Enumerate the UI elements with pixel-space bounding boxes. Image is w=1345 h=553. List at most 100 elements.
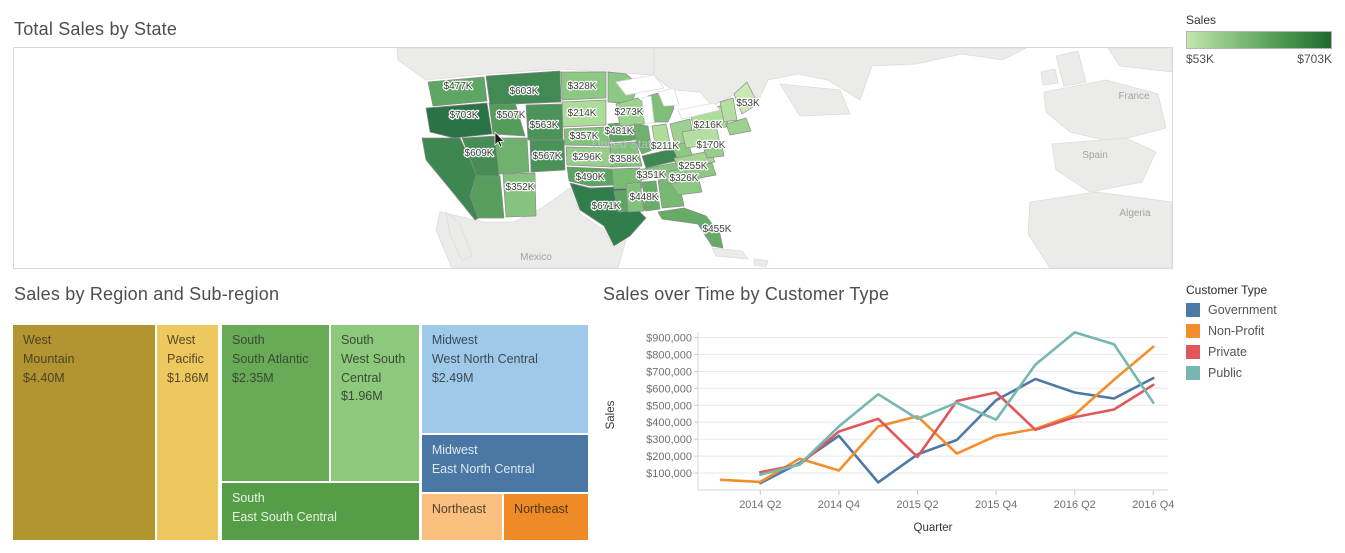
treemap: West Mountain $4.40M West Pacific $1.86M… <box>13 325 588 540</box>
y-axis-title: Sales <box>605 400 617 429</box>
treemap-subregion-label: East South Central <box>232 508 409 527</box>
us-choropleth-map[interactable]: United States $477K$703K$609K$507K$603K$… <box>14 48 1172 268</box>
legend-label: Public <box>1208 366 1242 380</box>
state-value-label-pa: $170K <box>697 140 726 151</box>
x-tick-label: 2015 Q2 <box>896 499 938 511</box>
state-value-label-ks: $296K <box>573 152 602 163</box>
treemap-subregion-label: West South Central <box>341 350 409 388</box>
x-tick-label: 2014 Q4 <box>818 499 860 511</box>
legend-label: Non-Profit <box>1208 324 1264 338</box>
legend-item-public[interactable]: Public <box>1186 366 1336 380</box>
state-nm[interactable] <box>503 173 536 217</box>
treemap-region-label: West <box>23 331 145 350</box>
legend-item-government[interactable]: Government <box>1186 303 1336 317</box>
legend-label: Private <box>1208 345 1247 359</box>
sales-gradient-bar <box>1186 31 1332 49</box>
map-panel[interactable]: United States $477K$703K$609K$507K$603K$… <box>13 47 1173 269</box>
sales-over-time-chart[interactable]: $100,000 $200,000 $300,000 $400,000 $500,000… <box>598 320 1180 553</box>
france-shape <box>1044 80 1166 142</box>
spain-shape <box>1052 138 1156 192</box>
private-swatch <box>1186 345 1200 359</box>
state-value-label-va: $255K <box>679 161 708 172</box>
treemap-box-south-atlantic[interactable]: South South Atlantic $2.35M <box>222 325 329 481</box>
series-line-government[interactable] <box>760 378 1153 483</box>
y-tick-label: $600,000 <box>646 383 692 395</box>
y-tick-label: $500,000 <box>646 400 692 412</box>
treemap-region-label: South <box>232 489 409 508</box>
state-value-label-or: $703K <box>450 110 479 121</box>
customer-type-legend-title: Customer Type <box>1186 283 1336 297</box>
treemap-subregion-label: East North Central <box>432 460 578 479</box>
state-value-label-nd: $328K <box>568 81 597 92</box>
state-value-label-in: $211K <box>651 141 680 152</box>
treemap-box-west-north-central[interactable]: Midwest West North Central $2.49M <box>422 325 588 433</box>
state-value-label-co: $567K <box>533 151 562 162</box>
state-value-label-mt: $603K <box>510 86 539 97</box>
sales-legend-max: $703K <box>1297 52 1332 66</box>
treemap-subregion-label: Mountain <box>23 350 145 369</box>
state-value-label-wa: $477K <box>444 81 473 92</box>
sales-legend-title: Sales <box>1186 13 1332 27</box>
state-value-label-wi: $273K <box>615 107 644 118</box>
customer-type-legend: Customer Type Government Non-Profit Priv… <box>1186 283 1336 387</box>
treemap-value-label: $1.86M <box>167 369 208 388</box>
y-tick-label: $200,000 <box>646 451 692 463</box>
y-tick-label: $100,000 <box>646 468 692 480</box>
line-chart-title: Sales over Time by Customer Type <box>603 284 889 305</box>
legend-label: Government <box>1208 303 1277 317</box>
state-value-label-ok: $490K <box>576 172 605 183</box>
treemap-region-label: Northeast <box>514 500 578 519</box>
public-swatch <box>1186 366 1200 380</box>
treemap-region-label: Northeast <box>432 500 492 519</box>
treemap-box-west-south-central[interactable]: South West South Central $1.96M <box>331 325 419 481</box>
x-axis-title: Quarter <box>914 522 953 534</box>
state-value-label-fl: $455K <box>703 224 732 235</box>
treemap-subregion-label: Pacific <box>167 350 208 369</box>
treemap-region-label: South <box>341 331 409 350</box>
treemap-region-label: West <box>167 331 208 350</box>
treemap-box-east-north-central[interactable]: Midwest East North Central <box>422 435 588 492</box>
treemap-title: Sales by Region and Sub-region <box>14 284 279 305</box>
treemap-region-label: Midwest <box>432 441 578 460</box>
legend-item-non-profit[interactable]: Non-Profit <box>1186 324 1336 338</box>
state-value-label-nm: $352K <box>506 182 535 193</box>
state-value-label-tn: $351K <box>637 170 666 181</box>
state-value-label-al: $448K <box>630 192 659 203</box>
treemap-box-northeast-2[interactable]: Northeast <box>504 494 588 540</box>
y-tick-label: $700,000 <box>646 366 692 378</box>
y-tick-label: $400,000 <box>646 417 692 429</box>
x-tick-label: 2014 Q2 <box>739 499 781 511</box>
state-value-label-ia: $481K <box>605 126 634 137</box>
sales-color-legend[interactable]: Sales $53K $703K <box>1186 13 1332 66</box>
state-value-label-nv: $609K <box>465 148 494 159</box>
treemap-region-label: Midwest <box>432 331 578 350</box>
treemap-region-label: South <box>232 331 319 350</box>
state-value-label-ny: $216K <box>694 120 723 131</box>
treemap-box-west-mountain[interactable]: West Mountain $4.40M <box>13 325 155 540</box>
y-tick-label: $800,000 <box>646 349 692 361</box>
y-tick-label: $300,000 <box>646 434 692 446</box>
x-tick-label: 2015 Q4 <box>975 499 1017 511</box>
treemap-value-label: $1.96M <box>341 387 409 406</box>
sales-legend-min: $53K <box>1186 52 1214 66</box>
y-tick-label: $900,000 <box>646 332 692 344</box>
map-title: Total Sales by State <box>14 19 177 40</box>
treemap-subregion-label: West North Central <box>432 350 578 369</box>
state-value-label-nc: $326K <box>670 173 699 184</box>
non-profit-swatch <box>1186 324 1200 338</box>
state-value-label-ne: $357K <box>570 131 599 142</box>
state-value-label-mo: $358K <box>610 154 639 165</box>
treemap-value-label: $2.49M <box>432 369 578 388</box>
treemap-box-west-pacific[interactable]: West Pacific $1.86M <box>157 325 218 540</box>
x-tick-label: 2016 Q2 <box>1054 499 1096 511</box>
state-value-label-id: $507K <box>497 110 526 121</box>
legend-item-private[interactable]: Private <box>1186 345 1336 359</box>
treemap-value-label: $4.40M <box>23 369 145 388</box>
state-value-label-wy: $563K <box>530 120 559 131</box>
treemap-subregion-label: South Atlantic <box>232 350 319 369</box>
treemap-box-northeast-1[interactable]: Northeast <box>422 494 502 540</box>
treemap-box-east-south-central[interactable]: South East South Central <box>222 483 419 540</box>
state-value-label-me: $53K <box>736 98 760 109</box>
state-value-label-tx: $671K <box>592 201 621 212</box>
state-value-label-sd: $214K <box>568 108 597 119</box>
